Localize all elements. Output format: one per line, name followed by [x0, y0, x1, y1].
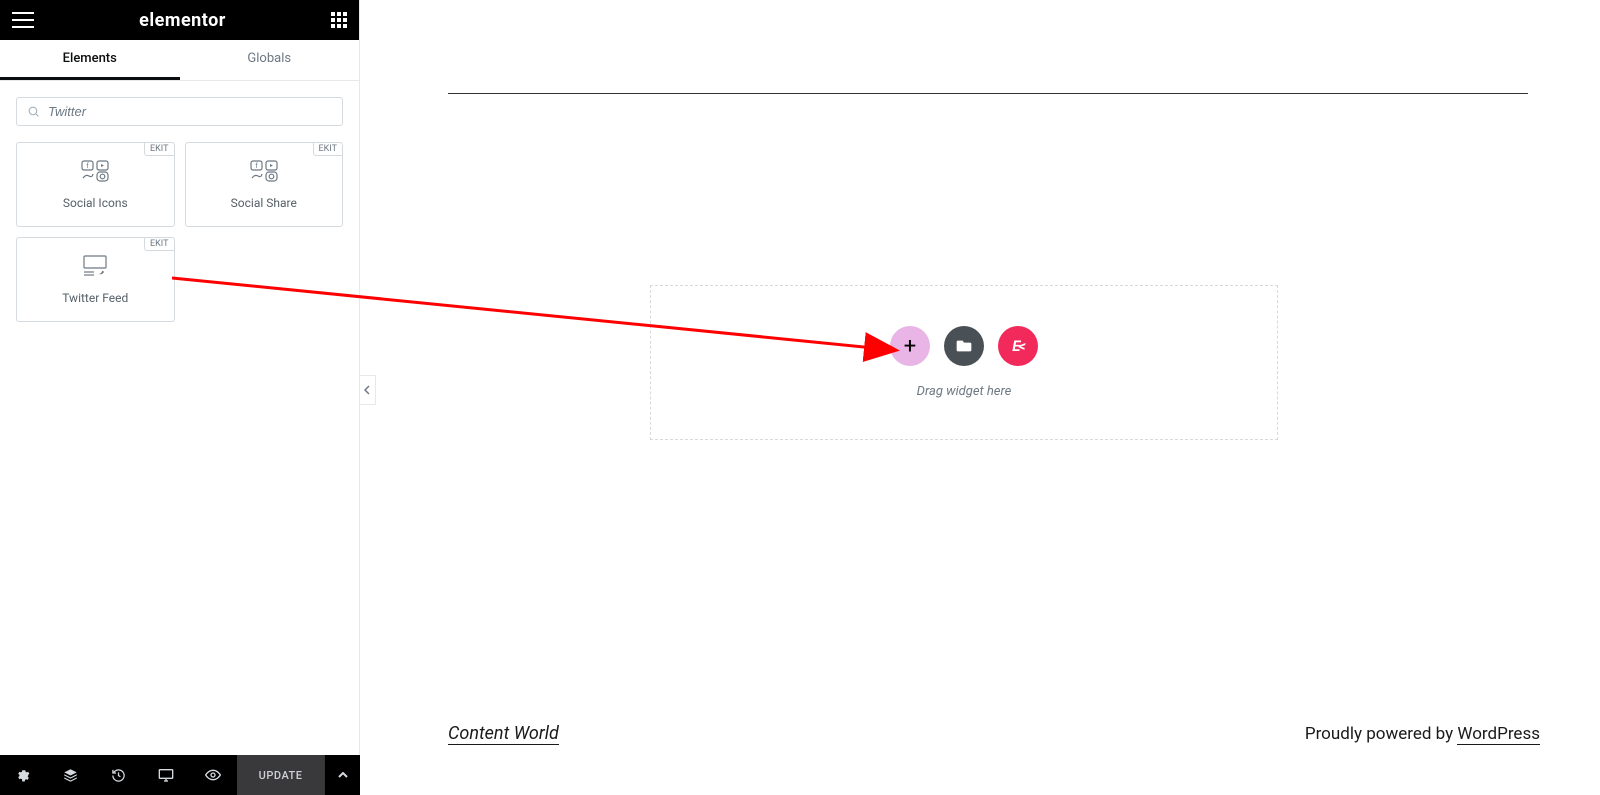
responsive-button[interactable]	[142, 755, 189, 795]
editor-panel: elementor Elements Globals EKIT f Social…	[0, 0, 360, 795]
gear-icon	[16, 768, 31, 783]
twitter-feed-icon	[81, 255, 109, 281]
add-section-button[interactable]: +	[890, 326, 930, 366]
panel-collapse-handle[interactable]	[360, 375, 376, 405]
widget-label: Twitter Feed	[62, 291, 128, 305]
widget-badge: EKIT	[313, 143, 342, 156]
preview-button[interactable]	[189, 755, 236, 795]
search-box[interactable]	[16, 97, 343, 126]
widgets-grid: EKIT f Social Icons EKIT f	[0, 142, 359, 322]
tab-globals[interactable]: Globals	[180, 40, 360, 80]
history-button[interactable]	[95, 755, 142, 795]
navigator-button[interactable]	[47, 755, 94, 795]
svg-text:f: f	[87, 162, 90, 170]
widget-social-icons[interactable]: EKIT f Social Icons	[16, 142, 175, 227]
social-icons-icon: f	[81, 160, 109, 186]
plus-icon: +	[904, 334, 916, 359]
svg-text:f: f	[255, 162, 258, 170]
chevron-up-icon	[338, 772, 348, 779]
update-button[interactable]: UPDATE	[237, 755, 325, 795]
panel-header: elementor	[0, 0, 359, 40]
divider	[448, 93, 1528, 94]
widget-badge: EKIT	[144, 238, 173, 251]
panel-footer: UPDATE	[0, 755, 360, 795]
widget-badge: EKIT	[144, 143, 173, 156]
social-share-icon: f	[250, 160, 278, 186]
responsive-icon	[158, 768, 174, 782]
dropzone-buttons: + E<	[890, 326, 1038, 366]
settings-button[interactable]	[0, 755, 47, 795]
add-template-button[interactable]	[944, 326, 984, 366]
publish-options-button[interactable]	[324, 755, 360, 795]
widget-twitter-feed[interactable]: EKIT Twitter Feed	[16, 237, 175, 322]
tab-elements[interactable]: Elements	[0, 40, 180, 80]
search-input[interactable]	[48, 104, 332, 119]
preview-area: + E< Drag widget here Content World Prou…	[376, 0, 1600, 795]
wordpress-link[interactable]: WordPress	[1457, 724, 1540, 745]
site-title-link[interactable]: Content World	[448, 723, 559, 745]
ek-icon: E<	[1012, 337, 1024, 355]
section-dropzone[interactable]: + E< Drag widget here	[650, 285, 1278, 440]
eye-icon	[205, 769, 221, 781]
apps-icon[interactable]	[331, 12, 347, 28]
folder-icon	[956, 339, 972, 353]
page-footer: Content World Proudly powered by WordPre…	[448, 723, 1540, 745]
widget-label: Social Icons	[63, 196, 128, 210]
layers-icon	[63, 768, 78, 783]
footer-credit: Proudly powered by WordPress	[1305, 724, 1540, 744]
chevron-left-icon	[364, 385, 371, 395]
menu-icon[interactable]	[12, 12, 34, 28]
brand-title: elementor	[139, 10, 226, 31]
widget-label: Social Share	[231, 196, 297, 210]
widget-social-share[interactable]: EKIT f Social Share	[185, 142, 344, 227]
elementskit-button[interactable]: E<	[998, 326, 1038, 366]
search-icon	[27, 105, 40, 118]
search-wrap	[0, 81, 359, 142]
panel-tabs: Elements Globals	[0, 40, 359, 81]
history-icon	[111, 768, 126, 783]
dropzone-hint: Drag widget here	[917, 384, 1012, 399]
